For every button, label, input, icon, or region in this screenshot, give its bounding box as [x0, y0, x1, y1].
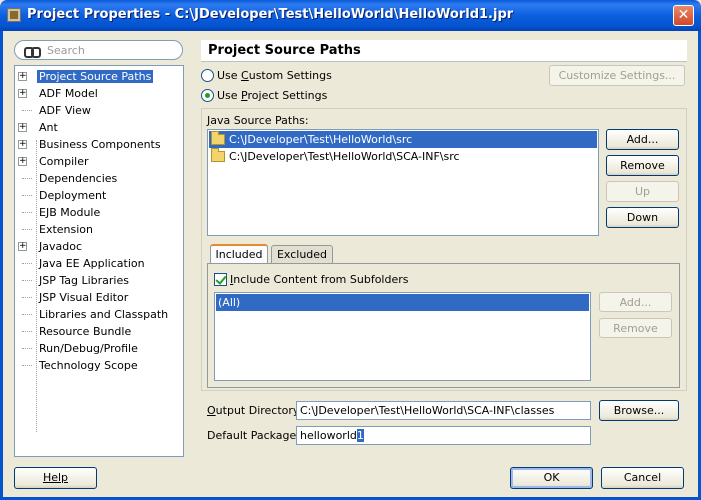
expand-icon[interactable]: +: [18, 72, 27, 81]
tree-item-label: JSP Visual Editor: [39, 291, 129, 304]
tree-item-label: Ant: [39, 121, 58, 134]
tree-item-label: EJB Module: [39, 206, 101, 219]
label-text: ustom Settings: [248, 69, 332, 82]
expand-icon[interactable]: +: [18, 123, 27, 132]
tree-connector: [22, 297, 32, 298]
java-source-paths-label: Java Source Paths:: [207, 114, 309, 127]
list-item-text: (All): [218, 296, 241, 309]
add-path-button[interactable]: Add...: [606, 129, 679, 150]
expand-icon[interactable]: +: [18, 157, 27, 166]
tree-connector: [22, 263, 32, 264]
tree-item-label: Libraries and Classpath: [39, 308, 169, 321]
output-directory-label: Output Directory:: [207, 404, 302, 417]
add-pattern-button[interactable]: Add...: [599, 292, 672, 312]
tree-item-label: Technology Scope: [39, 359, 138, 372]
tree-item-label: ADF View: [39, 104, 91, 117]
expand-icon[interactable]: +: [18, 242, 27, 251]
tree-connector: [22, 280, 32, 281]
default-package-field[interactable]: helloworld1: [296, 426, 591, 445]
tree-item-label: Project Source Paths: [37, 70, 154, 83]
list-item-path: C:\JDeveloper\Test\HelloWorld\SCA-INF\sr…: [229, 150, 460, 163]
list-item[interactable]: C:\JDeveloper\Test\HelloWorld\SCA-INF\sr…: [209, 148, 597, 165]
tree-connector: [22, 229, 32, 230]
use-custom-settings-radio[interactable]: [201, 69, 214, 82]
search-field[interactable]: Search: [14, 40, 183, 60]
tree-item-label: Javadoc: [39, 240, 82, 253]
category-tree[interactable]: + Project Source Paths + ADF Model ADF V…: [14, 65, 184, 457]
panel-title: Project Source Paths: [208, 43, 361, 58]
panel-header: Project Source Paths: [201, 40, 687, 62]
tab-excluded[interactable]: Excluded: [271, 245, 333, 264]
use-project-settings-label[interactable]: Use Project Settings: [217, 89, 327, 102]
use-project-settings-radio[interactable]: [201, 89, 214, 102]
remove-pattern-button[interactable]: Remove: [599, 318, 672, 338]
mnemonic: O: [207, 404, 216, 417]
browse-button[interactable]: Browse...: [599, 400, 679, 421]
cancel-button[interactable]: Cancel: [601, 467, 684, 489]
folder-icon: [211, 148, 225, 162]
label-text: Use: [217, 69, 242, 82]
tree-connector: [22, 195, 32, 196]
window-title: Project Properties - C:\JDeveloper\Test\…: [27, 7, 514, 22]
help-button[interactable]: Help: [14, 467, 97, 489]
selected-text: 1: [356, 429, 364, 442]
tree-item-label: ADF Model: [39, 87, 98, 100]
mnemonic: C: [241, 69, 249, 82]
label-text: nclude Content from Subfolders: [233, 273, 409, 286]
tree-item-label: Dependencies: [39, 172, 118, 185]
tree-connector: [22, 331, 32, 332]
tree-connector: [22, 348, 32, 349]
expand-icon[interactable]: +: [18, 140, 27, 149]
expand-icon[interactable]: +: [18, 89, 27, 98]
label-text: roject Settings: [247, 89, 328, 102]
move-up-button[interactable]: Up: [606, 181, 679, 202]
tree-connector: [22, 110, 32, 111]
tree-item-label: JSP Tag Libraries: [39, 274, 129, 287]
label-text: Use: [217, 89, 242, 102]
title-bar[interactable]: Project Properties - C:\JDeveloper\Test\…: [0, 0, 701, 31]
folder-icon: [211, 131, 225, 145]
tree-item-label: Run/Debug/Profile: [39, 342, 138, 355]
binoculars-icon: [24, 44, 41, 58]
search-placeholder: Search: [47, 44, 85, 57]
tree-item-label: Deployment: [39, 189, 107, 202]
move-down-button[interactable]: Down: [606, 207, 679, 228]
tree-item-label: Resource Bundle: [39, 325, 132, 338]
tree-item-label: Java EE Application: [39, 257, 145, 270]
tree-connector: [22, 212, 32, 213]
include-subfolders-checkbox[interactable]: [214, 273, 227, 286]
ok-button[interactable]: OK: [510, 467, 593, 489]
source-paths-list[interactable]: C:\JDeveloper\Test\HelloWorld\src C:\JDe…: [207, 129, 599, 236]
list-item[interactable]: (All): [216, 294, 589, 311]
tree-item-label: Extension: [39, 223, 94, 236]
label-text: ava Source Paths:: [210, 114, 309, 127]
list-item-path: C:\JDeveloper\Test\HelloWorld\src: [229, 133, 413, 146]
use-custom-settings-label[interactable]: Use Custom Settings: [217, 69, 332, 82]
tree-item-label: Business Components: [39, 138, 161, 151]
tab-included[interactable]: Included: [210, 244, 268, 263]
remove-path-button[interactable]: Remove: [606, 155, 679, 176]
list-item[interactable]: C:\JDeveloper\Test\HelloWorld\src: [209, 131, 597, 148]
default-package-label: Default Package:: [207, 429, 300, 442]
tree-connector: [22, 178, 32, 179]
close-button[interactable]: ✕: [673, 5, 694, 26]
include-subfolders-label[interactable]: Include Content from Subfolders: [230, 273, 408, 286]
project-icon: [7, 8, 21, 22]
field-text: helloworld: [300, 429, 357, 442]
output-directory-field[interactable]: C:\JDeveloper\Test\HelloWorld\SCA-INF\cl…: [296, 401, 591, 420]
label-text: utput Directory:: [215, 404, 303, 417]
tree-connector: [22, 314, 32, 315]
tree-item-label: Compiler: [39, 155, 89, 168]
customize-settings-button[interactable]: Customize Settings...: [549, 65, 685, 86]
button-label: Help: [42, 471, 69, 484]
tree-connector: [22, 365, 32, 366]
include-patterns-list[interactable]: (All): [214, 292, 591, 381]
